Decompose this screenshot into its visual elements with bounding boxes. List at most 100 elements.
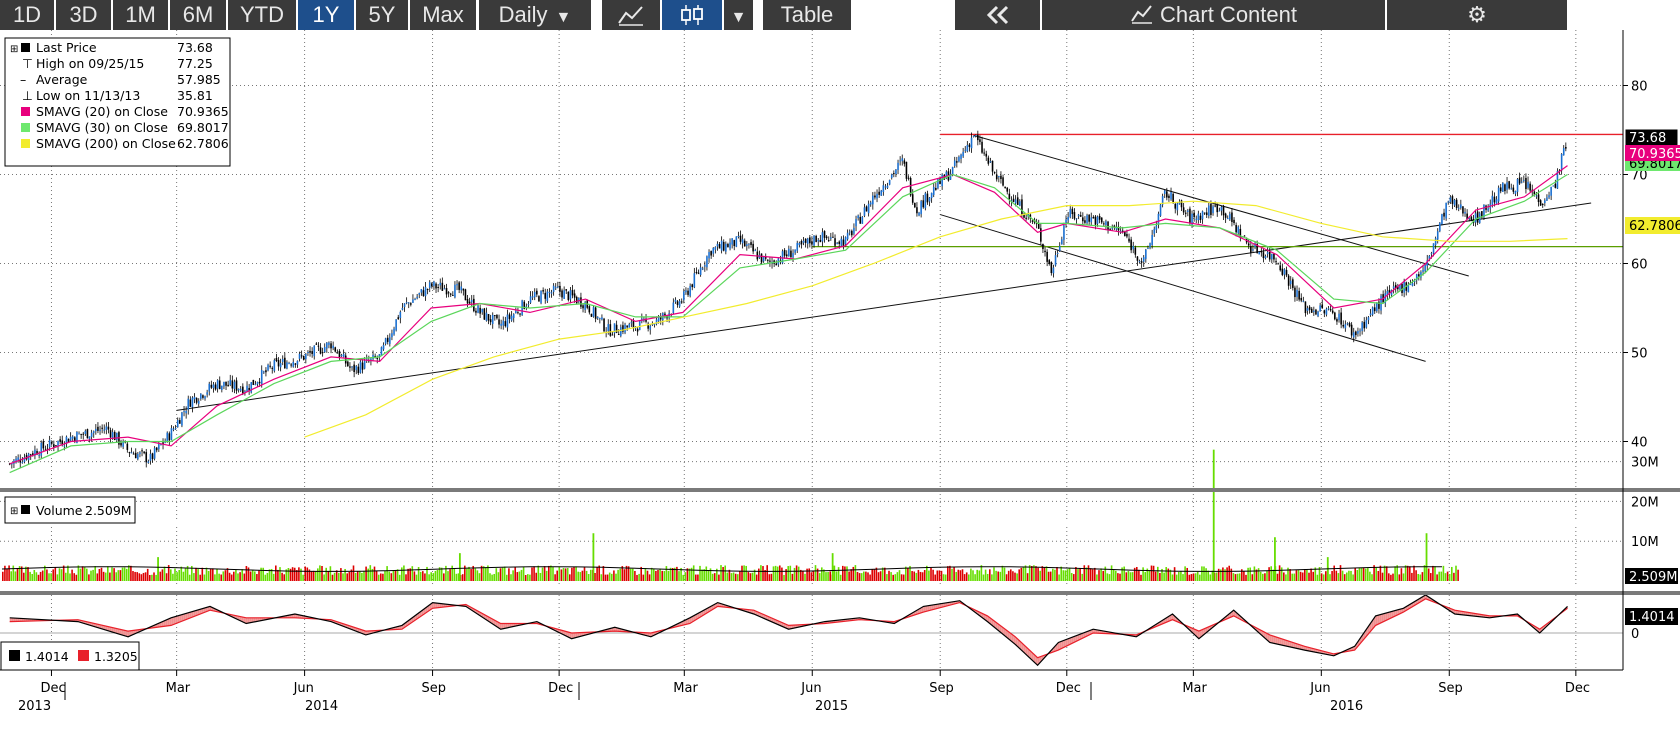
candle-body	[1235, 225, 1237, 233]
volume-bar	[102, 571, 105, 581]
candle-body	[544, 292, 547, 299]
range-button-3d[interactable]: 3D	[56, 0, 111, 30]
candle-body	[1462, 206, 1464, 214]
volume-bar	[1348, 570, 1350, 581]
volume-bar	[405, 574, 407, 581]
volume-bar	[684, 572, 687, 581]
candle-body	[718, 244, 721, 249]
candle-body	[1535, 195, 1538, 197]
volume-bar	[1415, 570, 1417, 581]
range-button-1m[interactable]: 1M	[113, 0, 168, 30]
volume-bar	[1165, 567, 1167, 581]
volume-bar	[724, 565, 726, 581]
volume-bar	[577, 571, 579, 581]
volume-bar	[522, 566, 525, 581]
volume-bar	[188, 574, 191, 581]
candle-body	[1289, 280, 1292, 285]
candle-body	[794, 249, 796, 253]
volume-bar	[287, 568, 290, 581]
candle-body	[1147, 248, 1149, 250]
volume-bar	[1438, 571, 1440, 581]
volume-bar	[1289, 569, 1291, 581]
volume-bar	[8, 565, 10, 581]
volume-bar	[1329, 574, 1331, 581]
volume-bar	[837, 567, 840, 581]
volume-bar	[749, 573, 752, 581]
candle-body	[386, 337, 389, 342]
candle-body	[1182, 207, 1185, 213]
candle-body	[197, 400, 200, 404]
candle-body	[424, 287, 427, 297]
candle-body	[1145, 249, 1147, 259]
volume-bar	[917, 569, 920, 581]
candle-body	[95, 428, 97, 432]
volume-bar	[541, 567, 544, 581]
volume-bar	[695, 574, 697, 581]
candle-body	[433, 281, 435, 286]
volume-bar	[291, 567, 294, 581]
table-button-label: Table	[780, 2, 834, 27]
macd-fill	[245, 617, 248, 624]
volume-bar	[1262, 573, 1264, 581]
volume-bar	[272, 573, 275, 581]
volume-bar	[907, 567, 909, 581]
candle-body	[128, 452, 131, 454]
x-tick-label: Jun	[293, 681, 314, 696]
volume-bar	[369, 565, 372, 581]
range-button-1y[interactable]: 1Y	[298, 0, 354, 30]
candle-body	[851, 230, 853, 236]
collapse-button[interactable]	[955, 0, 1040, 30]
volume-bar	[881, 567, 884, 581]
volume-bar	[413, 571, 416, 581]
volume-bar	[1173, 567, 1176, 581]
range-button-ytd[interactable]: YTD	[228, 0, 296, 30]
candle-body	[1457, 207, 1460, 209]
candlestick-button[interactable]	[662, 0, 722, 30]
candle-body	[1187, 210, 1189, 212]
chart-content-button[interactable]: Chart Content	[1042, 0, 1385, 30]
table-button[interactable]: Table	[763, 0, 851, 30]
volume-bar	[930, 568, 932, 581]
volume-bar	[407, 568, 409, 581]
candle-body	[321, 352, 324, 354]
volume-bar	[600, 574, 603, 581]
volume-bar	[1007, 570, 1010, 581]
candle-body	[407, 302, 410, 304]
chart-type-dropdown[interactable]: ▼	[724, 0, 753, 30]
volume-bar	[518, 571, 521, 581]
candle-body	[1407, 285, 1410, 293]
candle-body	[84, 430, 87, 435]
candle-body	[1302, 300, 1305, 302]
volume-bar	[1033, 565, 1035, 581]
candle-body	[895, 169, 897, 174]
candle-body	[1514, 191, 1517, 194]
macd-legend-value: 1.4014	[25, 649, 69, 664]
candle-body	[1058, 246, 1061, 251]
range-button-5y[interactable]: 5Y	[356, 0, 408, 30]
volume-bar	[1413, 565, 1415, 581]
candle-body	[1132, 245, 1135, 250]
range-button-1d[interactable]: 1D	[0, 0, 54, 30]
candle-body	[288, 363, 290, 365]
candle-body	[1281, 268, 1284, 275]
volume-bar	[503, 566, 506, 581]
volume-spike	[1212, 449, 1215, 581]
range-button-max[interactable]: Max	[410, 0, 476, 30]
line-chart-button[interactable]	[602, 0, 660, 30]
candle-body	[599, 318, 601, 320]
candle-body	[1325, 308, 1328, 315]
volume-bar	[46, 569, 48, 581]
range-button-6m[interactable]: 6M	[170, 0, 226, 30]
volume-bar	[863, 571, 865, 581]
candle-body	[422, 290, 425, 297]
settings-button[interactable]: ⚙	[1387, 0, 1567, 30]
candle-body	[624, 324, 626, 333]
volume-bar	[1052, 568, 1054, 581]
candle-body	[876, 193, 878, 199]
candle-body	[1157, 213, 1160, 225]
frequency-select[interactable]: Daily ▼	[479, 0, 591, 30]
candle-body	[838, 241, 841, 244]
volume-bar	[224, 570, 227, 581]
candle-body	[389, 337, 391, 344]
volume-bar	[33, 569, 36, 581]
